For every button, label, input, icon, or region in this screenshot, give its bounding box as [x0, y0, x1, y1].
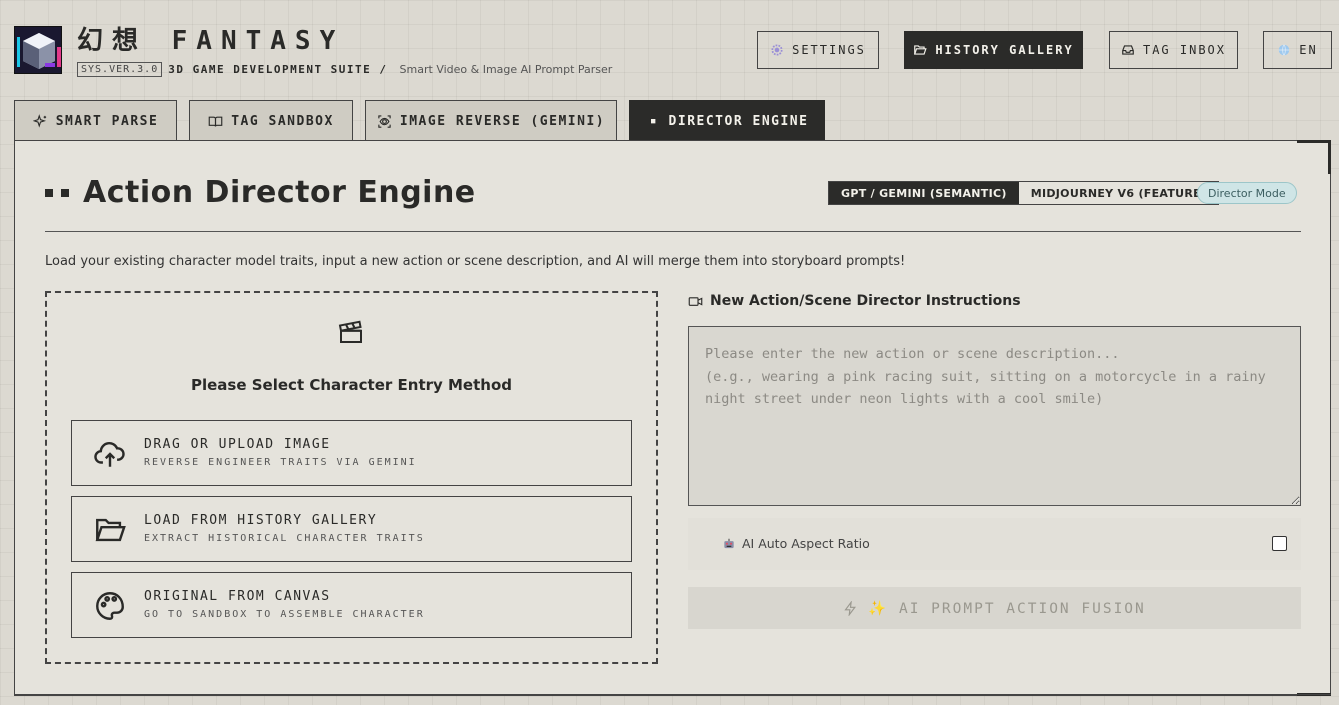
corner-decoration: [1297, 140, 1331, 174]
option-title: ORIGINAL FROM CANVAS: [144, 589, 331, 604]
mode-semantic-button[interactable]: GPT / GEMINI (SEMANTIC): [829, 182, 1019, 204]
aspect-ratio-checkbox[interactable]: [1272, 536, 1287, 551]
settings-label: SETTINGS: [792, 43, 866, 57]
option-title: LOAD FROM HISTORY GALLERY: [144, 513, 378, 528]
lightning-icon: [844, 600, 857, 616]
folder-open-icon: [95, 518, 126, 542]
tab-image-reverse[interactable]: IMAGE REVERSE (GEMINI): [365, 100, 617, 141]
parser-label: Smart Video & Image AI Prompt Parser: [399, 63, 613, 76]
tab-tag-sandbox[interactable]: TAG SANDBOX: [189, 100, 353, 141]
settings-button[interactable]: SETTINGS: [757, 31, 879, 69]
option-subtitle: REVERSE ENGINEER TRAITS VIA GEMINI: [144, 457, 417, 468]
app-title: 幻想 FANTASY: [77, 26, 345, 56]
square-icon: [61, 188, 69, 197]
entry-heading: Please Select Character Entry Method: [191, 376, 512, 394]
history-gallery-label: HISTORY GALLERY: [935, 43, 1074, 57]
page-title-text: Action Director Engine: [83, 175, 476, 210]
aspect-ratio-text: AI Auto Aspect Ratio: [742, 536, 870, 551]
globe-icon: [1279, 44, 1290, 56]
option-title: DRAG OR UPLOAD IMAGE: [144, 437, 331, 452]
app-subtitle-row: SYS.VER.3.0 3D GAME DEVELOPMENT SUITE / …: [77, 62, 612, 77]
tab-label: SMART PARSE: [55, 113, 159, 129]
square-icon: [650, 118, 655, 123]
tab-label: DIRECTOR ENGINE: [668, 113, 809, 129]
aspect-ratio-label: AI Auto Aspect Ratio: [722, 536, 870, 551]
book-icon: [208, 116, 223, 127]
language-button[interactable]: EN: [1263, 31, 1332, 69]
instructions-textarea[interactable]: [688, 326, 1301, 506]
video-camera-icon: [688, 296, 703, 306]
tab-smart-parse[interactable]: SMART PARSE: [14, 100, 177, 141]
tab-label: TAG SANDBOX: [231, 113, 334, 129]
app-logo: [14, 26, 62, 74]
history-gallery-option[interactable]: LOAD FROM HISTORY GALLERY EXTRACT HISTOR…: [71, 496, 632, 562]
intro-text: Load your existing character model trait…: [45, 254, 906, 269]
square-icon: [45, 188, 53, 197]
instructions-label: New Action/Scene Director Instructions: [688, 293, 1021, 309]
option-subtitle: GO TO SANDBOX TO ASSEMBLE CHARACTER: [144, 609, 425, 620]
robot-icon: [724, 538, 734, 548]
divider: [45, 231, 1301, 232]
inbox-icon: [1122, 45, 1134, 55]
tab-director-engine[interactable]: DIRECTOR ENGINE: [629, 100, 825, 141]
director-mode-badge: Director Mode: [1197, 182, 1297, 204]
tag-inbox-label: TAG INBOX: [1142, 43, 1227, 57]
ai-prompt-fusion-button[interactable]: ✨ AI PROMPT ACTION FUSION: [688, 587, 1301, 629]
gear-icon: [771, 44, 783, 56]
canvas-option[interactable]: ORIGINAL FROM CANVAS GO TO SANDBOX TO AS…: [71, 572, 632, 638]
folder-open-icon: [914, 45, 927, 55]
upload-image-option[interactable]: DRAG OR UPLOAD IMAGE REVERSE ENGINEER TR…: [71, 420, 632, 486]
page-title: Action Director Engine: [45, 175, 476, 210]
version-badge: SYS.VER.3.0: [77, 62, 163, 77]
suite-label: 3D GAME DEVELOPMENT SUITE /: [168, 63, 388, 76]
mode-feature-button[interactable]: MIDJOURNEY V6 (FEATURE): [1018, 182, 1219, 204]
divider: [14, 694, 1331, 695]
model-mode-toggle: GPT / GEMINI (SEMANTIC) MIDJOURNEY V6 (F…: [828, 181, 1220, 205]
history-gallery-button[interactable]: HISTORY GALLERY: [904, 31, 1083, 69]
sparkles-icon: [32, 113, 46, 128]
clapperboard-icon: [338, 320, 362, 343]
scan-eye-icon: [378, 114, 391, 128]
option-subtitle: EXTRACT HISTORICAL CHARACTER TRAITS: [144, 533, 425, 544]
tab-label: IMAGE REVERSE (GEMINI): [399, 113, 606, 129]
language-label: EN: [1299, 43, 1318, 57]
instructions-label-text: New Action/Scene Director Instructions: [710, 293, 1021, 309]
palette-icon: [96, 592, 124, 620]
fusion-button-label: ✨ AI PROMPT ACTION FUSION: [868, 600, 1146, 617]
tag-inbox-button[interactable]: TAG INBOX: [1109, 31, 1238, 69]
cloud-upload-icon: [94, 442, 125, 467]
